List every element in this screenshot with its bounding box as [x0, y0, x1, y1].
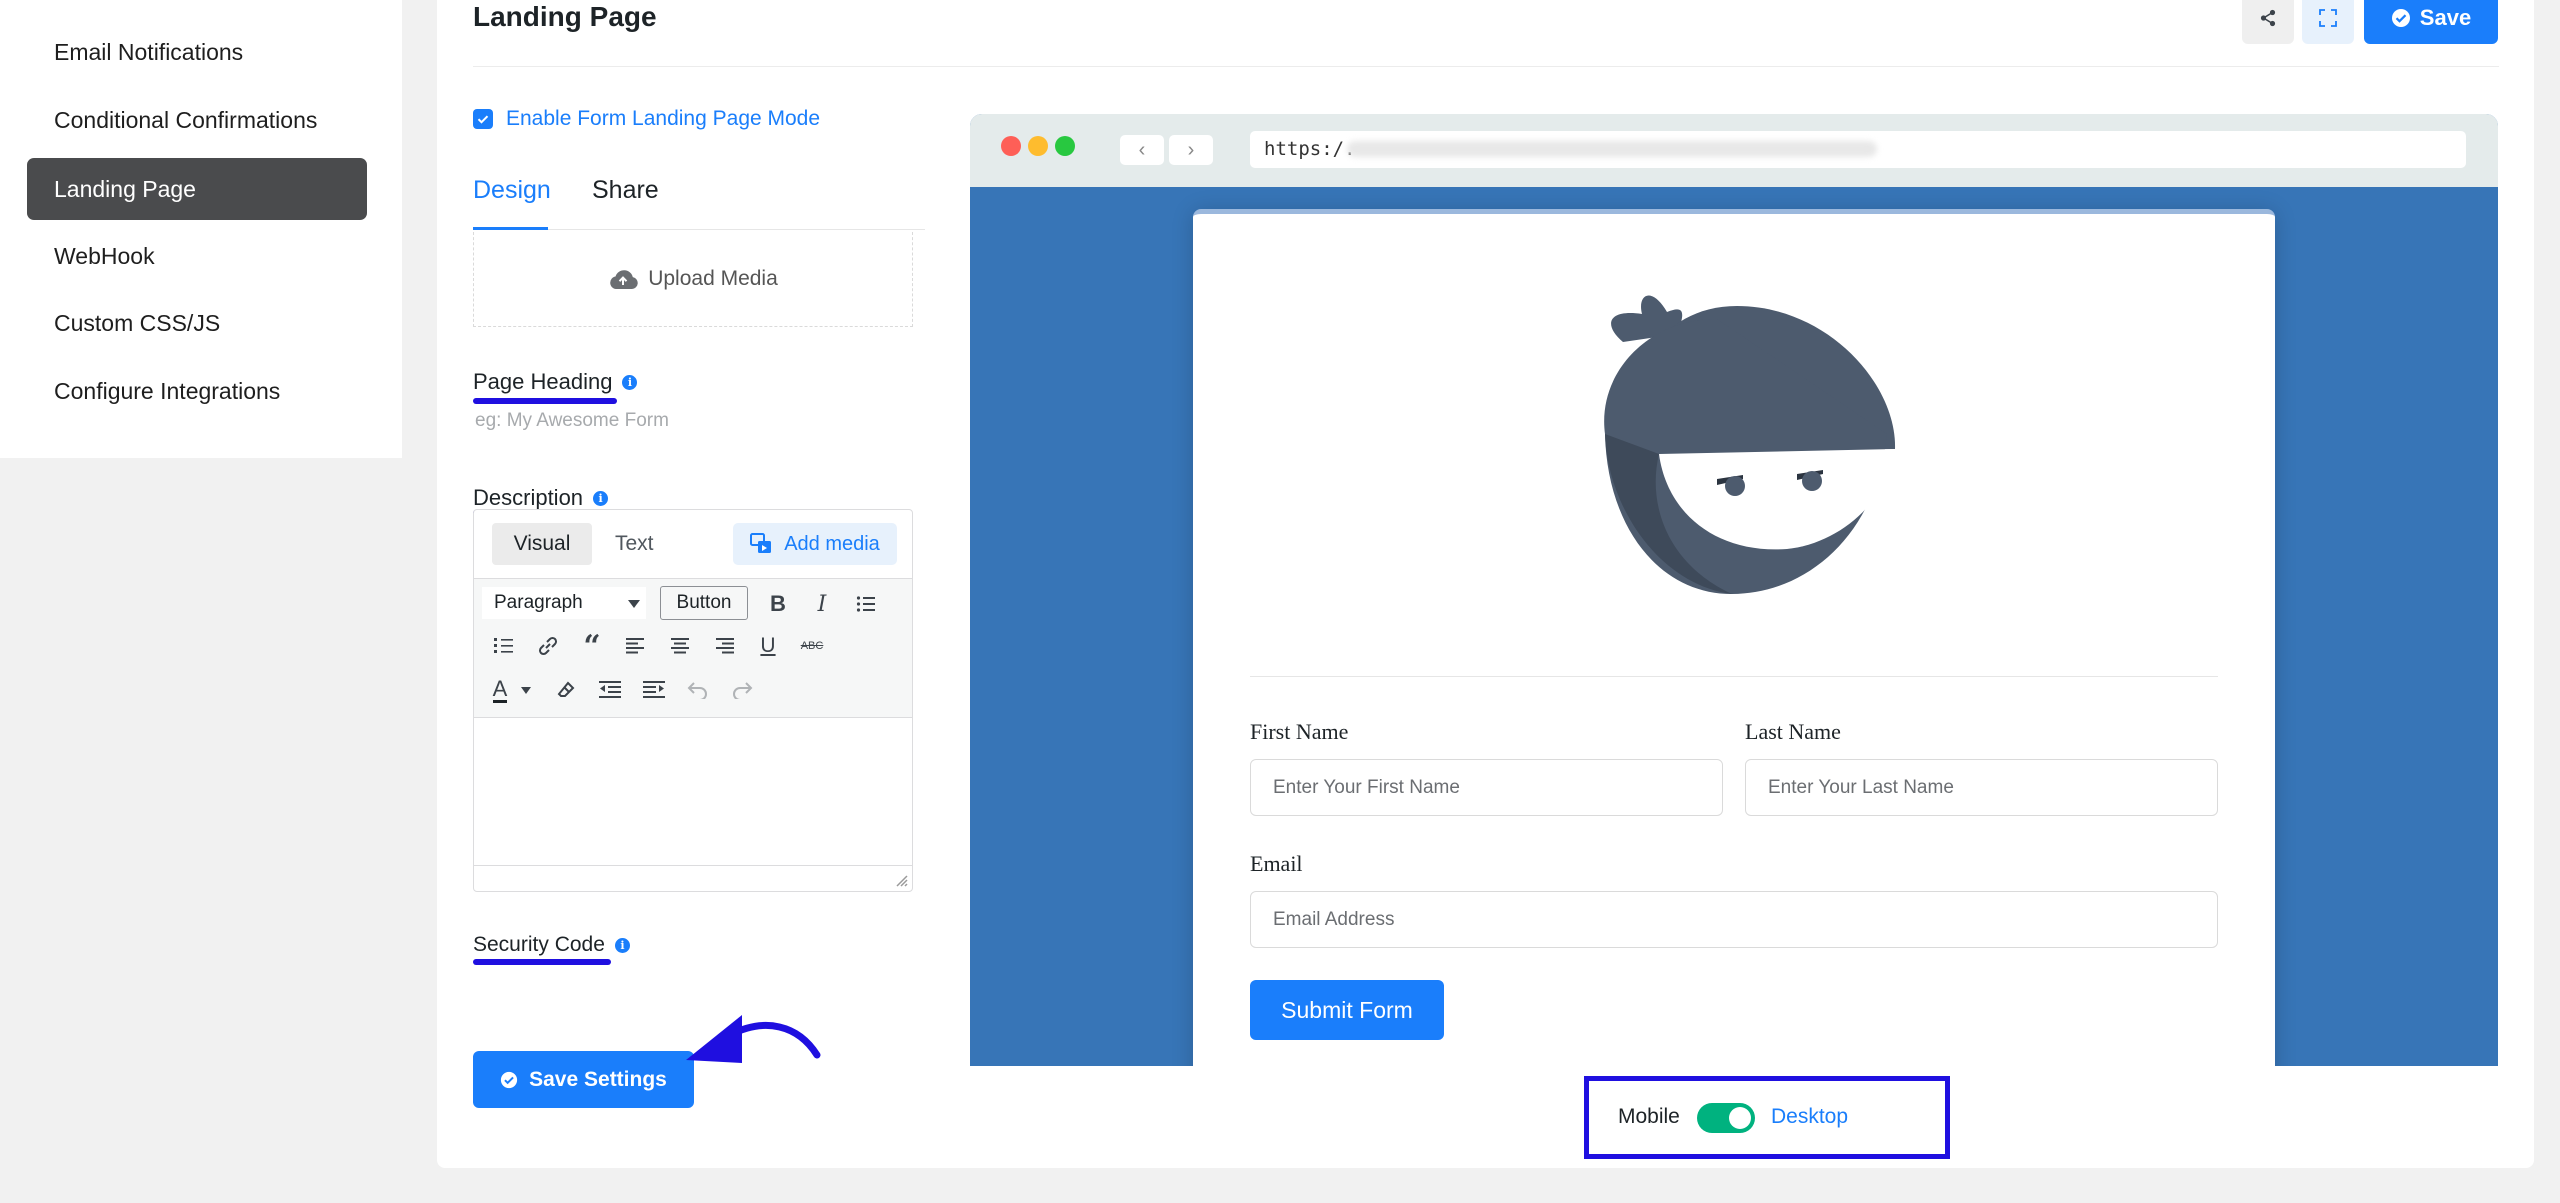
- text-color-icon[interactable]: A: [484, 673, 516, 707]
- sidebar-item-landing-page[interactable]: Landing Page: [27, 158, 367, 220]
- sidebar-item-conditional-confirmations[interactable]: Conditional Confirmations: [27, 89, 367, 151]
- browser-forward-icon: ›: [1169, 135, 1213, 165]
- ninja-logo: [1604, 295, 1896, 594]
- share-icon: [2260, 9, 2276, 27]
- editor-toolbar: Paragraph Button B I “ U ABC A: [474, 578, 912, 718]
- sidebar-item-configure-integrations[interactable]: Configure Integrations: [27, 360, 367, 422]
- undo-icon[interactable]: [682, 673, 714, 707]
- last-name-label: Last Name: [1745, 719, 1841, 744]
- desktop-view-label[interactable]: Desktop: [1771, 1105, 1848, 1129]
- editor-status-bar: [474, 865, 912, 891]
- description-label: Description: [473, 485, 584, 510]
- add-media-label: Add media: [784, 532, 880, 555]
- page-title: Landing Page: [473, 1, 657, 32]
- link-icon[interactable]: [532, 631, 564, 661]
- blockquote-icon[interactable]: “: [576, 629, 608, 664]
- media-icon: [750, 533, 772, 553]
- save-settings-button[interactable]: Save Settings: [473, 1051, 694, 1108]
- page-heading-input[interactable]: eg: My Awesome Form: [475, 410, 669, 432]
- editor-mode-tabs: Visual Text Add media: [474, 510, 912, 578]
- enable-landing-page-checkbox[interactable]: [473, 109, 493, 129]
- format-select[interactable]: Paragraph: [482, 587, 646, 619]
- first-name-input[interactable]: Enter Your First Name: [1250, 759, 1723, 816]
- bold-icon[interactable]: B: [762, 589, 794, 619]
- format-select-value: Paragraph: [494, 592, 583, 613]
- save-button[interactable]: Save: [2364, 0, 2498, 44]
- email-input[interactable]: Email Address: [1250, 891, 2218, 948]
- url-text: https:/.: [1264, 138, 1356, 160]
- tab-design[interactable]: Design: [473, 176, 551, 205]
- align-center-icon[interactable]: [664, 631, 696, 661]
- url-bar[interactable]: https:/.: [1250, 131, 2466, 168]
- save-button-label: Save: [2419, 5, 2472, 30]
- enable-landing-page-label: Enable Form Landing Page Mode: [506, 107, 821, 130]
- security-code-label: Security Code: [473, 933, 605, 956]
- active-tab-indicator: [473, 227, 548, 230]
- window-maximize-dot: [1055, 136, 1075, 156]
- annotation-underline: [473, 959, 611, 965]
- share-button[interactable]: [2242, 0, 2294, 44]
- toggle-knob: [1729, 1107, 1751, 1129]
- info-icon[interactable]: i: [593, 490, 609, 506]
- upload-media-label: Upload Media: [648, 267, 778, 290]
- description-label-row: Description i: [473, 485, 609, 511]
- view-toggle-switch[interactable]: [1697, 1103, 1755, 1133]
- url-redacted: [1347, 141, 1877, 157]
- add-media-button[interactable]: Add media: [733, 523, 897, 565]
- check-circle-icon: [2391, 9, 2410, 27]
- info-icon[interactable]: i: [614, 937, 630, 953]
- info-icon[interactable]: i: [622, 374, 638, 390]
- underline-icon[interactable]: U: [752, 631, 784, 661]
- window-minimize-dot: [1028, 136, 1048, 156]
- email-label: Email: [1250, 851, 1303, 876]
- redo-icon[interactable]: [726, 673, 758, 707]
- indent-icon[interactable]: [638, 673, 670, 707]
- caret-down-icon: [628, 600, 640, 608]
- fullscreen-button[interactable]: [2302, 0, 2354, 44]
- editor-tab-visual[interactable]: Visual: [492, 523, 592, 565]
- form-divider: [1250, 676, 2218, 677]
- mobile-view-label[interactable]: Mobile: [1618, 1105, 1680, 1129]
- italic-icon[interactable]: I: [806, 589, 838, 619]
- settings-sidebar: Email Notifications Conditional Confirma…: [0, 0, 402, 458]
- numbered-list-icon[interactable]: [488, 631, 520, 661]
- align-left-icon[interactable]: [620, 631, 652, 661]
- insert-button-button[interactable]: Button: [660, 586, 748, 620]
- enable-landing-page-row[interactable]: Enable Form Landing Page Mode: [473, 107, 820, 131]
- tab-share[interactable]: Share: [592, 176, 659, 205]
- strikethrough-icon[interactable]: ABC: [796, 631, 828, 661]
- landing-page-preview: ‹ › https:/. First Name Enter Your First…: [970, 114, 2498, 1066]
- header-divider: [473, 66, 2499, 67]
- align-right-icon[interactable]: [708, 631, 740, 661]
- last-name-input[interactable]: Enter Your Last Name: [1745, 759, 2218, 816]
- cloud-upload-icon: [610, 270, 638, 289]
- check-circle-icon: [501, 1071, 518, 1088]
- upload-media-dropzone[interactable]: Upload Media: [473, 232, 913, 327]
- outdent-icon[interactable]: [594, 673, 626, 707]
- check-icon: [477, 115, 489, 124]
- editor-tab-text[interactable]: Text: [615, 523, 654, 565]
- security-code-label-row: Security Code i: [473, 933, 630, 957]
- submit-form-button[interactable]: Submit Form: [1250, 980, 1444, 1040]
- clear-formatting-icon[interactable]: [550, 673, 582, 707]
- text-color-dropdown-icon[interactable]: [518, 673, 534, 707]
- first-name-label: First Name: [1250, 719, 1349, 744]
- annotation-underline: [473, 398, 617, 404]
- save-settings-label: Save Settings: [529, 1067, 667, 1091]
- sidebar-item-email-notifications[interactable]: Email Notifications: [27, 21, 367, 83]
- sidebar-item-webhook[interactable]: WebHook: [27, 225, 367, 287]
- page-heading-label-row: Page Heading i: [473, 369, 638, 395]
- sidebar-item-custom-css-js[interactable]: Custom CSS/JS: [27, 292, 367, 354]
- fullscreen-icon: [2319, 9, 2337, 27]
- page-heading-label: Page Heading: [473, 369, 613, 394]
- description-editor: Visual Text Add media Paragraph Button B…: [473, 509, 913, 892]
- annotation-arrow-icon: [686, 1015, 821, 1063]
- browser-back-icon: ‹: [1120, 135, 1164, 165]
- bullet-list-icon[interactable]: [850, 589, 882, 619]
- browser-chrome: ‹ › https:/.: [970, 114, 2498, 187]
- resize-handle-icon[interactable]: [894, 873, 908, 887]
- form-card: First Name Enter Your First Name Last Na…: [1193, 209, 2275, 1066]
- window-close-dot: [1001, 136, 1021, 156]
